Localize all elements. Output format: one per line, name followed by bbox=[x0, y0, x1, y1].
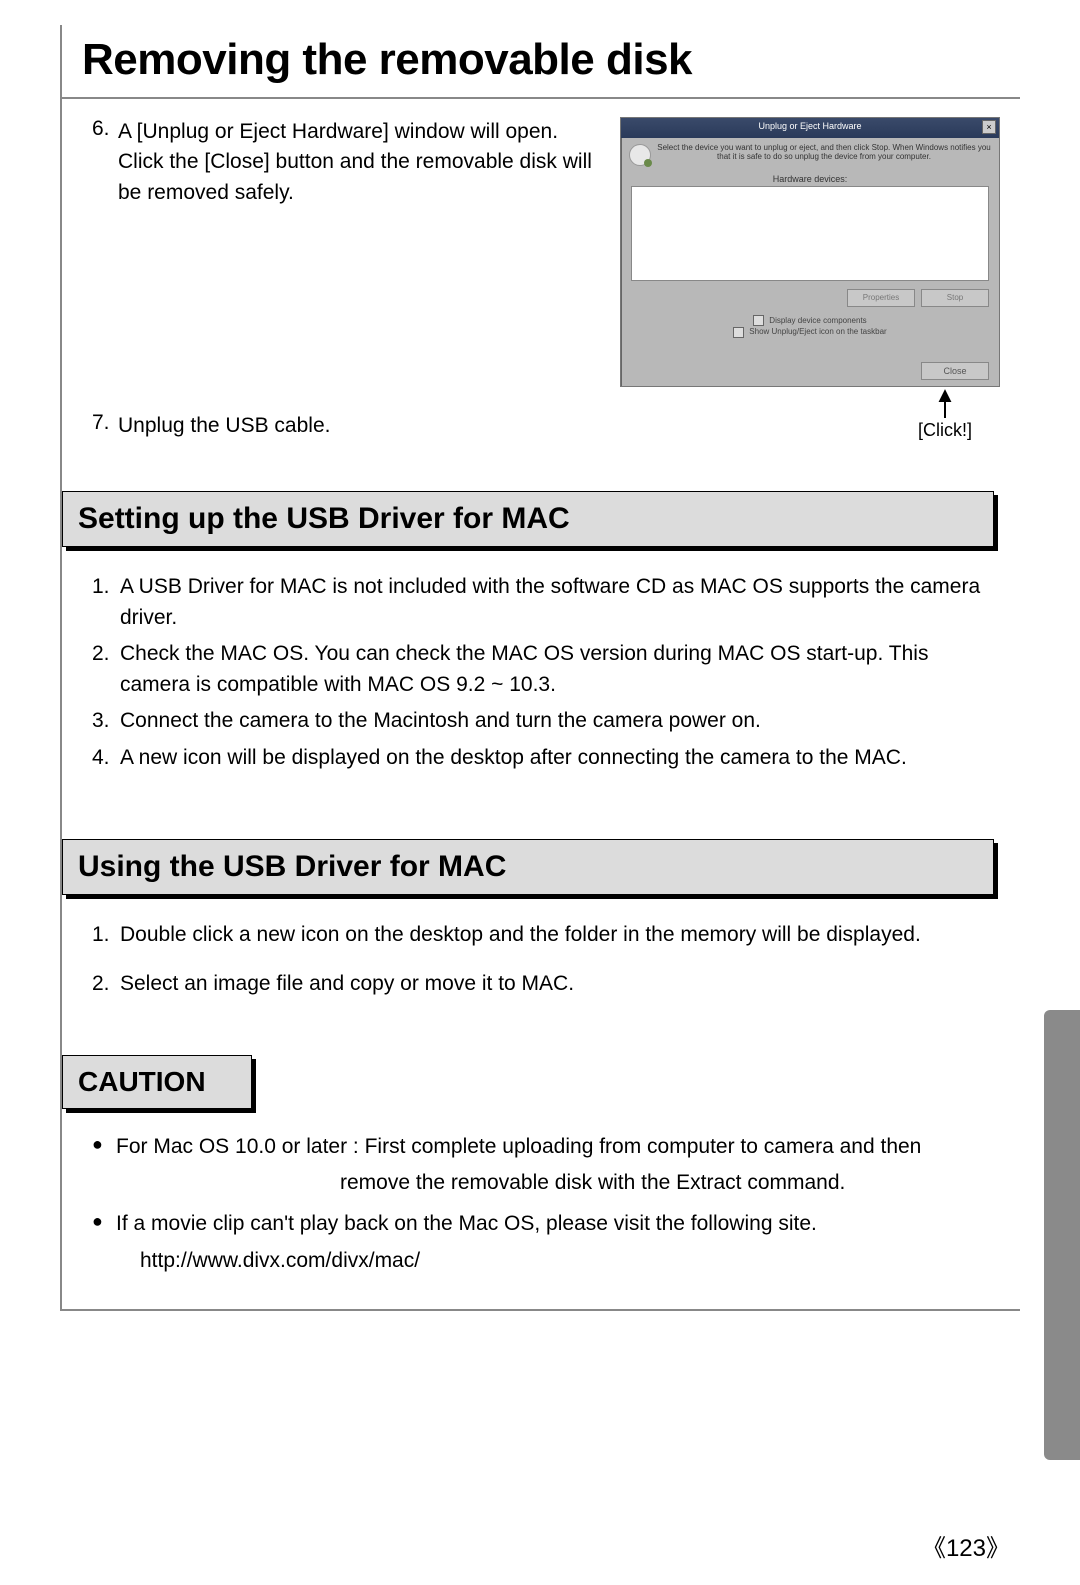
bracket-left-icon: 《 bbox=[922, 1536, 946, 1562]
arrow-stem bbox=[944, 400, 946, 418]
dialog-title: Unplug or Eject Hardware bbox=[758, 121, 861, 131]
caution-heading: CAUTION bbox=[62, 1055, 252, 1109]
bullet-text: For Mac OS 10.0 or later : First complet… bbox=[116, 1135, 921, 1158]
bracket-right-icon: 》 bbox=[986, 1536, 1010, 1562]
list-label: Hardware devices: bbox=[621, 172, 999, 186]
step-row: 6. A [Unplug or Eject Hardware] window w… bbox=[92, 117, 605, 208]
item-text: A USB Driver for MAC is not included wit… bbox=[120, 572, 990, 633]
item-number: 3. bbox=[92, 706, 120, 736]
step-number: 6. bbox=[92, 117, 118, 208]
bullet-text: If a movie clip can't play back on the M… bbox=[116, 1212, 817, 1235]
close-icon: × bbox=[982, 120, 996, 134]
bullet-item: ● For Mac OS 10.0 or later : First compl… bbox=[92, 1131, 990, 1200]
section-body: 1. A USB Driver for MAC is not included … bbox=[92, 547, 1000, 789]
step-number: 7. bbox=[92, 411, 118, 441]
list-item: 2. Check the MAC OS. You can check the M… bbox=[92, 639, 990, 700]
content-area: 6. A [Unplug or Eject Hardware] window w… bbox=[62, 99, 1020, 1309]
section-body: 1. Double click a new icon on the deskto… bbox=[92, 895, 1000, 1015]
stop-button: Stop bbox=[921, 289, 989, 307]
dialog-screenshot: Unplug or Eject Hardware × Select the de… bbox=[620, 117, 1000, 387]
screenshot-column: Unplug or Eject Hardware × Select the de… bbox=[620, 117, 1000, 441]
page-number: 《123》 bbox=[922, 1528, 1010, 1563]
bullet-icon: ● bbox=[92, 1208, 116, 1277]
dialog-close-button: Close bbox=[921, 362, 989, 380]
click-label: [Click!] bbox=[918, 420, 972, 441]
item-text: Connect the camera to the Macintosh and … bbox=[120, 706, 761, 736]
list-item: 3. Connect the camera to the Macintosh a… bbox=[92, 706, 990, 736]
hardware-icon bbox=[629, 144, 651, 166]
item-number: 2. bbox=[92, 639, 120, 700]
item-number: 1. bbox=[92, 920, 120, 950]
item-text: Double click a new icon on the desktop a… bbox=[120, 920, 921, 950]
dialog-description: Select the device you want to unplug or … bbox=[657, 144, 991, 162]
item-number: 2. bbox=[92, 969, 120, 999]
page-frame: Removing the removable disk 6. A [Unplug… bbox=[60, 25, 1020, 1311]
list-item: 4. A new icon will be displayed on the d… bbox=[92, 743, 990, 773]
caution-body: ● For Mac OS 10.0 or later : First compl… bbox=[92, 1109, 1000, 1309]
side-tab bbox=[1044, 1010, 1080, 1460]
page-title: Removing the removable disk bbox=[82, 35, 1010, 85]
item-number: 4. bbox=[92, 743, 120, 773]
list-item: 1. Double click a new icon on the deskto… bbox=[92, 920, 990, 950]
device-list bbox=[631, 186, 989, 281]
list-item: 2. Select an image file and copy or move… bbox=[92, 969, 990, 999]
item-number: 1. bbox=[92, 572, 120, 633]
bullet-text-cont: remove the removable disk with the Extra… bbox=[116, 1167, 990, 1200]
page-number-value: 123 bbox=[946, 1535, 986, 1562]
bullet-icon: ● bbox=[92, 1131, 116, 1200]
item-text: Select an image file and copy or move it… bbox=[120, 969, 574, 999]
arrow-indicator: ▲ [Click!] bbox=[755, 389, 1080, 441]
section-heading-usb-setup: Setting up the USB Driver for MAC bbox=[62, 491, 994, 547]
step-text: A [Unplug or Eject Hardware] window will… bbox=[118, 117, 605, 208]
bullet-item: ● If a movie clip can't play back on the… bbox=[92, 1208, 990, 1277]
bullet-url: http://www.divx.com/divx/mac/ bbox=[116, 1245, 990, 1278]
checkbox-row: Display device components bbox=[631, 315, 989, 326]
arrow-up-icon: ▲ bbox=[934, 389, 956, 400]
page-title-wrap: Removing the removable disk bbox=[62, 25, 1020, 99]
properties-button: Properties bbox=[847, 289, 915, 307]
checkbox-row: Show Unplug/Eject icon on the taskbar bbox=[631, 326, 989, 337]
section-heading-usb-using: Using the USB Driver for MAC bbox=[62, 839, 994, 895]
item-text: A new icon will be displayed on the desk… bbox=[120, 743, 907, 773]
item-text: Check the MAC OS. You can check the MAC … bbox=[120, 639, 990, 700]
step6-block: 6. A [Unplug or Eject Hardware] window w… bbox=[92, 117, 1000, 441]
list-item: 1. A USB Driver for MAC is not included … bbox=[92, 572, 990, 633]
dialog-titlebar: Unplug or Eject Hardware × bbox=[621, 118, 999, 138]
